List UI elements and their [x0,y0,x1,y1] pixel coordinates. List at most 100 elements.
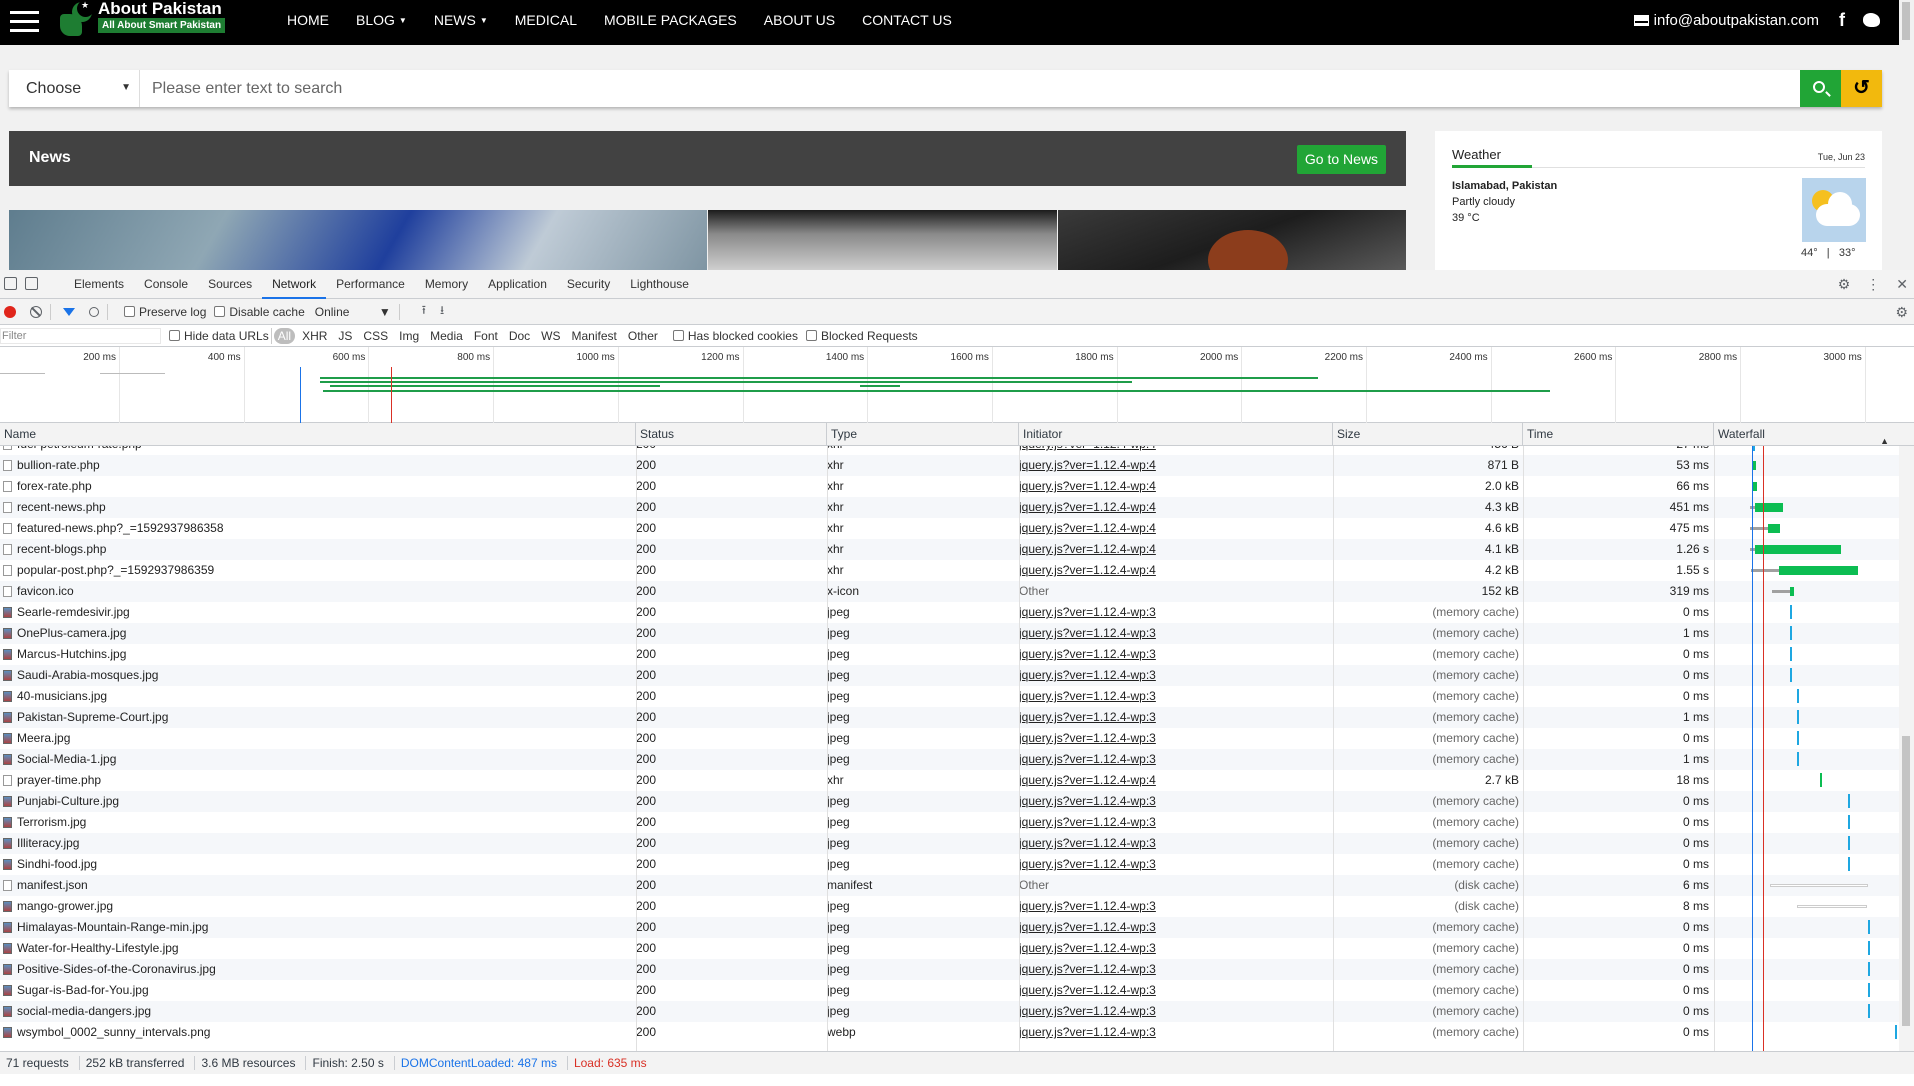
type-filter-js[interactable]: JS [334,328,356,344]
import-har-icon[interactable]: ⭱ [422,301,426,322]
nav-news[interactable]: NEWS ▼ [434,12,488,28]
column-status[interactable]: Status [636,423,827,446]
device-toolbar-icon[interactable] [25,277,38,290]
tab-memory[interactable]: Memory [415,270,478,299]
request-initiator[interactable]: jquery.js?ver=1.12.4-wp:3 [1019,917,1333,938]
email-link[interactable]: info@aboutpakistan.com [1654,12,1819,29]
table-row[interactable]: Terrorism.jpg 200 jpeg jquery.js?ver=1.12.4… [0,812,1914,833]
search-icon[interactable] [89,306,99,317]
request-initiator[interactable]: jquery.js?ver=1.12.4-wp:3 [1019,623,1333,644]
table-row[interactable]: fuel-petroleum-rate.php 200xhrjquery.js?v… [0,446,1914,455]
request-initiator[interactable]: jquery.js?ver=1.12.4-wp:3 [1019,833,1333,854]
news-image[interactable] [1058,210,1406,270]
search-input[interactable]: Please enter text to search [152,80,342,98]
throttling-select[interactable]: Online ▼ [315,305,391,319]
export-har-icon[interactable]: ⭳ [440,301,444,322]
hide-data-urls-checkbox[interactable]: Hide data URLs [169,329,269,343]
table-row[interactable]: recent-news.php 200 xhr jquery.js?ver=1.12.… [0,497,1914,518]
type-filter-ws[interactable]: WS [537,328,564,344]
table-row[interactable]: favicon.ico 200 x-icon Other 152 kB 319 ms [0,581,1914,602]
request-initiator[interactable]: jquery.js?ver=1.12.4-wp:4 [1019,560,1333,581]
tab-application[interactable]: Application [478,270,557,299]
table-row[interactable]: forex-rate.php 200 xhr jquery.js?ver=1.12.4… [0,476,1914,497]
table-row[interactable]: Sindhi-food.jpg 200 jpeg jquery.js?ver=1.12… [0,854,1914,875]
type-filter-manifest[interactable]: Manifest [568,328,621,344]
go-to-news-button[interactable]: Go to News [1297,145,1386,174]
tab-network[interactable]: Network [262,270,327,299]
type-filter-css[interactable]: CSS [359,328,392,344]
column-name[interactable]: Name [0,423,636,446]
news-image[interactable] [9,210,707,270]
table-row[interactable]: Pakistan-Supreme-Court.jpg 200 jpeg jquery.… [0,707,1914,728]
table-row[interactable]: Water-for-Healthy-Lifestyle.jpg 200 jpeg jq… [0,938,1914,959]
hamburger-menu-icon[interactable] [10,11,39,33]
table-row[interactable]: bullion-rate.php 200 xhr jquery.js?ver=1.12… [0,455,1914,476]
facebook-icon[interactable]: f [1839,10,1845,31]
filter-icon[interactable] [63,307,75,316]
request-initiator[interactable]: jquery.js?ver=1.12.4-wp:3 [1019,644,1333,665]
table-row[interactable]: Meera.jpg 200 jpeg jquery.js?ver=1.12.4-wp:… [0,728,1914,749]
category-select[interactable]: Choose ▼ [9,70,140,107]
table-row[interactable]: Saudi-Arabia-mosques.jpg 200 jpeg jquery.js… [0,665,1914,686]
column-size[interactable]: Size [1333,423,1523,446]
network-settings-icon[interactable]: ⚙ [1895,304,1908,321]
clear-button[interactable] [30,305,42,318]
request-initiator[interactable]: jquery.js?ver=1.12.4-wp:4 [1019,455,1333,476]
column-time[interactable]: Time [1523,423,1714,446]
request-initiator[interactable]: jquery.js?ver=1.12.4-wp:3 [1019,938,1333,959]
inspect-element-icon[interactable] [4,277,17,290]
nav-mobile-packages[interactable]: MOBILE PACKAGES [604,12,737,28]
gear-icon[interactable]: ⚙ [1838,277,1851,291]
request-initiator[interactable]: jquery.js?ver=1.12.4-wp:3 [1019,854,1333,875]
table-row[interactable]: Himalayas-Mountain-Range-min.jpg 200 jpeg j… [0,917,1914,938]
table-row[interactable]: social-media-dangers.jpg 200 jpeg jquery.js… [0,1001,1914,1022]
column-divider[interactable] [1019,446,1020,1051]
request-initiator[interactable]: jquery.js?ver=1.12.4-wp:4 [1019,770,1333,791]
table-row[interactable]: featured-news.php?_=1592937986358 200 xhr j… [0,518,1914,539]
table-row[interactable]: mango-grower.jpg 200 jpeg jquery.js?ver=1.1… [0,896,1914,917]
table-scrollbar[interactable] [1899,446,1914,1051]
request-initiator[interactable]: jquery.js?ver=1.12.4-wp:4 [1019,518,1333,539]
table-row[interactable]: Illiteracy.jpg 200 jpeg jquery.js?ver=1.12.… [0,833,1914,854]
page-scrollbar[interactable] [1899,0,1914,270]
news-image[interactable] [708,210,1057,270]
request-initiator[interactable]: jquery.js?ver=1.12.4-wp:3 [1019,665,1333,686]
table-row[interactable]: Social-Media-1.jpg 200 jpeg jquery.js?ver=1… [0,749,1914,770]
type-filter-doc[interactable]: Doc [505,328,534,344]
column-divider[interactable] [1714,446,1715,1051]
request-initiator[interactable]: jquery.js?ver=1.12.4-wp:3 [1019,959,1333,980]
request-initiator[interactable]: jquery.js?ver=1.12.4-wp:3 [1019,1001,1333,1022]
filter-input[interactable]: Filter [0,327,161,344]
site-logo[interactable]: ★ About Pakistan All About Smart Pakista… [54,0,226,36]
request-initiator[interactable]: jquery.js?ver=1.12.4-wp:4 [1019,497,1333,518]
has-blocked-cookies-checkbox[interactable]: Has blocked cookies [672,329,798,343]
search-button[interactable] [1800,70,1841,107]
table-row[interactable]: prayer-time.php 200 xhr jquery.js?ver=1.12.… [0,770,1914,791]
column-initiator[interactable]: Initiator [1019,423,1333,446]
blocked-requests-checkbox[interactable]: Blocked Requests [805,329,918,343]
table-row[interactable]: Punjabi-Culture.jpg 200 jpeg jquery.js?ver=… [0,791,1914,812]
tab-console[interactable]: Console [134,270,198,299]
table-row[interactable]: recent-blogs.php 200 xhr jquery.js?ver=1.12… [0,539,1914,560]
tab-security[interactable]: Security [557,270,620,299]
tab-lighthouse[interactable]: Lighthouse [620,270,699,299]
table-row[interactable]: wsymbol_0002_sunny_intervals.png 200 webp j… [0,1022,1914,1043]
table-row[interactable]: Searle-remdesivir.jpg 200 jpeg jquery.js?ve… [0,602,1914,623]
preserve-log-checkbox[interactable]: Preserve log [124,305,206,319]
table-row[interactable]: OnePlus-camera.jpg 200 jpeg jquery.js?ver=1… [0,623,1914,644]
table-row[interactable]: Positive-Sides-of-the-Coronavirus.jpg 200… [0,959,1914,980]
request-initiator[interactable]: jquery.js?ver=1.12.4-wp:3 [1019,896,1333,917]
close-icon[interactable]: ✕ [1896,277,1908,291]
type-filter-all[interactable]: All [273,327,296,344]
type-filter-img[interactable]: Img [395,328,423,344]
column-waterfall[interactable]: Waterfall ▲ [1714,423,1899,446]
record-button[interactable] [4,305,16,318]
type-filter-font[interactable]: Font [470,328,502,344]
reset-button[interactable]: ↺ [1841,70,1882,107]
table-row[interactable]: Sugar-is-Bad-for-You.jpg 200 jpeg jquery.js… [0,980,1914,1001]
disable-cache-checkbox[interactable]: Disable cache [214,305,305,319]
column-divider[interactable] [1333,446,1334,1051]
column-divider[interactable] [1523,446,1524,1051]
tab-elements[interactable]: Elements [64,270,134,299]
type-filter-other[interactable]: Other [624,328,662,344]
